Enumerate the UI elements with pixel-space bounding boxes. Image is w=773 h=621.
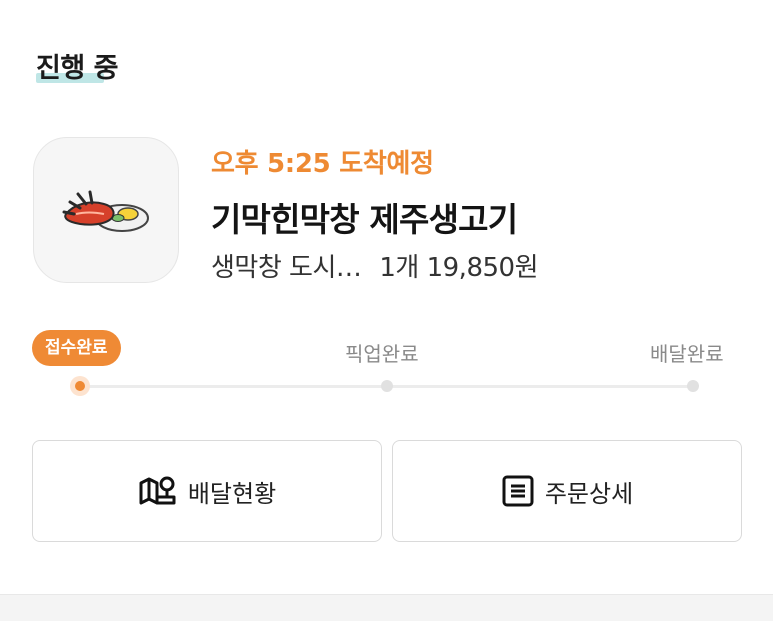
step-pickup-label: 픽업완료 [345, 342, 419, 366]
delivery-status-label: 배달현황 [187, 479, 277, 508]
store-logo-icon [62, 190, 149, 232]
item-summary: 생막창 도시… [211, 253, 362, 283]
section-divider [0, 594, 773, 621]
order-summary: 생막창 도시… 1개 19,850원 [211, 247, 538, 284]
eta-text: 오후 5:25 도착예정 [211, 149, 434, 179]
step-delivered-label: 배달완료 [650, 342, 724, 366]
progress-dot-delivered [687, 380, 699, 392]
progress-dot-pickup [381, 380, 393, 392]
order-detail-button[interactable]: 주문상세 [392, 440, 742, 542]
progress-dot-received [70, 376, 90, 396]
step-received-badge: 접수완료 [32, 330, 121, 366]
order-detail-label: 주문상세 [544, 479, 634, 508]
map-pin-icon [139, 476, 176, 505]
section-title: 진행 중 [36, 53, 118, 84]
delivery-status-button[interactable]: 배달현황 [32, 440, 382, 542]
quantity-price: 1개 19,850원 [379, 253, 538, 283]
store-name[interactable]: 기막힌막창 제주생고기 [211, 193, 518, 241]
document-lines-icon [502, 475, 534, 507]
store-logo-thumbnail[interactable] [33, 137, 179, 283]
